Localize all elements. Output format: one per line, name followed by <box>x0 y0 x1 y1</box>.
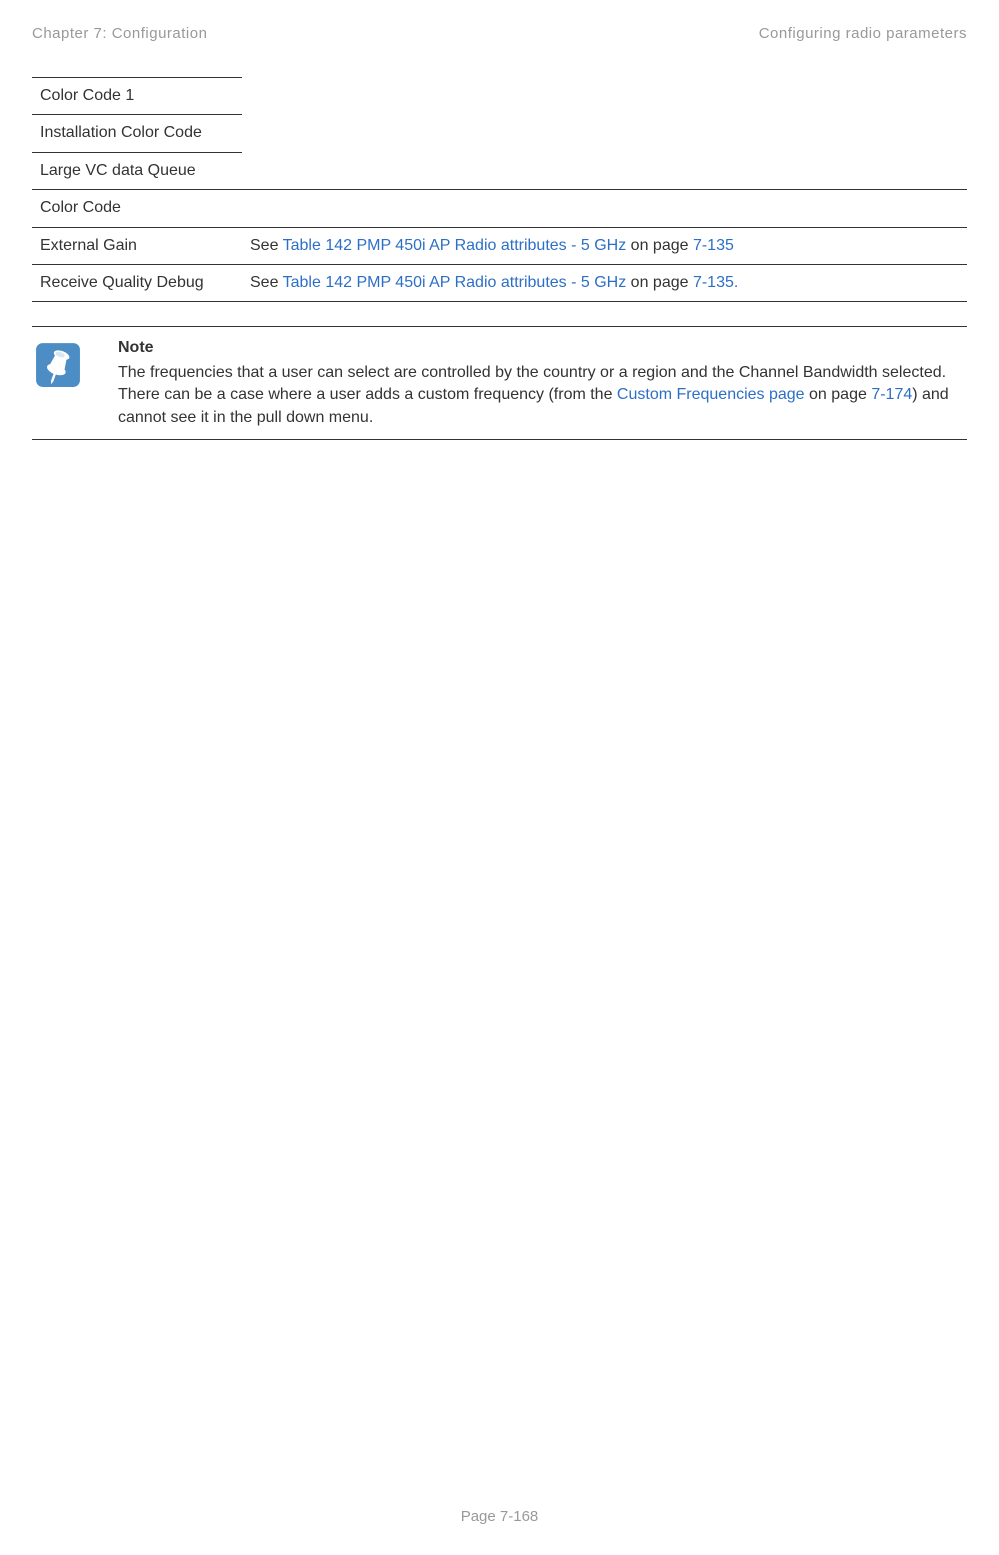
table-xref-link[interactable]: Table 142 PMP 450i AP Radio attributes -… <box>283 274 631 291</box>
note-callout: Note The frequencies that a user can sel… <box>32 326 967 440</box>
note-text: Note The frequencies that a user can sel… <box>118 337 962 429</box>
page-xref-link[interactable]: 7-174 <box>871 386 912 403</box>
attr-value-empty <box>242 78 967 115</box>
attr-value-empty <box>242 190 967 227</box>
table-row: Color Code 1 <box>32 78 967 115</box>
attr-name: Large VC data Queue <box>32 152 242 189</box>
note-icon-cell <box>32 337 100 391</box>
header-section: Configuring radio parameters <box>759 25 967 42</box>
attr-value: See Table 142 PMP 450i AP Radio attribut… <box>242 227 967 264</box>
page-header: Chapter 7: Configuration Configuring rad… <box>32 25 967 42</box>
custom-frequencies-link[interactable]: Custom Frequencies page <box>617 386 805 403</box>
table-row: External Gain See Table 142 PMP 450i AP … <box>32 227 967 264</box>
attr-name: Color Code 1 <box>32 78 242 115</box>
radio-attributes-table: Color Code 1 Installation Color Code Lar… <box>32 77 967 302</box>
attr-value-empty <box>242 152 967 189</box>
page-xref-link[interactable]: 7-135 <box>693 237 734 254</box>
attr-name: External Gain <box>32 227 242 264</box>
note-body: The frequencies that a user can select a… <box>118 362 962 429</box>
page-xref-link[interactable]: 7-135. <box>693 274 738 291</box>
note-pushpin-icon <box>32 339 84 391</box>
table-row: Large VC data Queue <box>32 152 967 189</box>
table-xref-link[interactable]: Table 142 PMP 450i AP Radio attributes -… <box>283 237 631 254</box>
table-row: Installation Color Code <box>32 115 967 152</box>
attr-value: See Table 142 PMP 450i AP Radio attribut… <box>242 264 967 301</box>
page-footer: Page 7-168 <box>0 1508 999 1525</box>
text-prefix: See <box>250 274 283 291</box>
header-chapter: Chapter 7: Configuration <box>32 25 207 42</box>
text-mid: on page <box>631 274 693 291</box>
attr-name: Receive Quality Debug <box>32 264 242 301</box>
note-heading: Note <box>118 337 962 359</box>
attr-value-empty <box>242 115 967 152</box>
attr-name: Installation Color Code <box>32 115 242 152</box>
text-mid: on page <box>631 237 693 254</box>
note-text-mid: on page <box>805 386 872 403</box>
table-row: Receive Quality Debug See Table 142 PMP … <box>32 264 967 301</box>
text-prefix: See <box>250 237 283 254</box>
page-number: Page 7-168 <box>461 1508 539 1525</box>
table-row: Color Code <box>32 190 967 227</box>
attr-name: Color Code <box>32 190 242 227</box>
